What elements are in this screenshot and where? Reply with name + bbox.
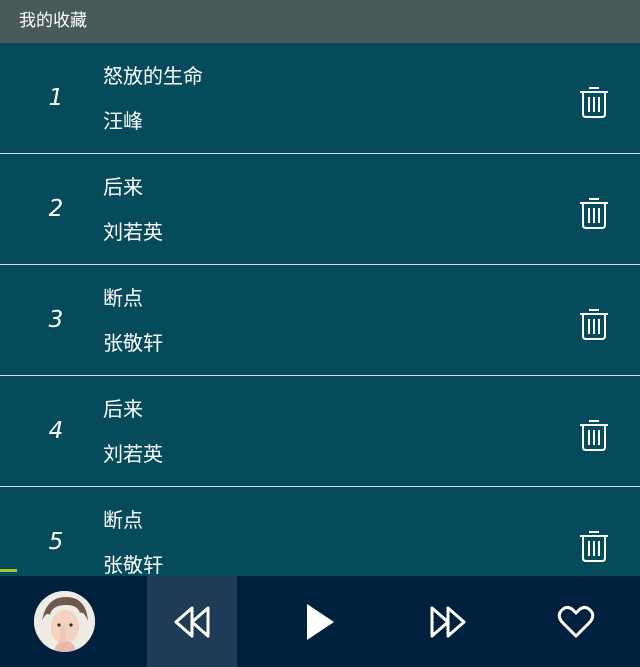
trash-icon[interactable]: [578, 195, 610, 229]
list-item[interactable]: 5 断点 张敬轩: [0, 487, 640, 576]
header-bar: 我的收藏: [0, 0, 640, 43]
list-item[interactable]: 2 后来 刘若英: [0, 154, 640, 265]
track-number: 2: [48, 196, 64, 222]
song-title: 后来: [103, 397, 143, 421]
artist-photo: [34, 591, 95, 652]
track-number: 4: [48, 418, 64, 444]
artist-name: 汪峰: [103, 109, 143, 133]
player-bar: [0, 576, 640, 667]
artist-name: 张敬轩: [103, 331, 163, 355]
album-avatar[interactable]: [34, 591, 95, 652]
song-title: 怒放的生命: [103, 64, 203, 88]
track-number: 1: [48, 85, 64, 111]
artist-name: 刘若英: [103, 442, 163, 466]
heart-icon: [557, 605, 595, 637]
list-item[interactable]: 4 后来 刘若英: [0, 376, 640, 487]
favorite-button[interactable]: [531, 576, 621, 667]
favorites-list[interactable]: 1 怒放的生命 汪峰 2 后来 刘若英 3 断点 张敬轩 4 后来 刘若英 5 …: [0, 43, 640, 576]
fast-forward-icon: [430, 606, 466, 637]
page-title: 我的收藏: [19, 11, 87, 31]
song-title: 后来: [103, 175, 143, 199]
track-number: 5: [48, 529, 64, 555]
next-button[interactable]: [403, 576, 493, 667]
artist-name: 张敬轩: [103, 553, 163, 576]
trash-icon[interactable]: [578, 306, 610, 340]
artist-name: 刘若英: [103, 220, 163, 244]
play-icon: [307, 603, 334, 640]
trash-icon[interactable]: [578, 84, 610, 118]
previous-button[interactable]: [147, 576, 237, 667]
list-item[interactable]: 3 断点 张敬轩: [0, 265, 640, 376]
playback-progress-bar[interactable]: [0, 569, 17, 572]
trash-icon[interactable]: [578, 417, 610, 451]
song-title: 断点: [103, 286, 143, 310]
play-button[interactable]: [275, 576, 365, 667]
rewind-icon: [174, 606, 210, 637]
track-number: 3: [48, 307, 64, 333]
list-item[interactable]: 1 怒放的生命 汪峰: [0, 43, 640, 154]
trash-icon[interactable]: [578, 528, 610, 562]
song-title: 断点: [103, 508, 143, 532]
